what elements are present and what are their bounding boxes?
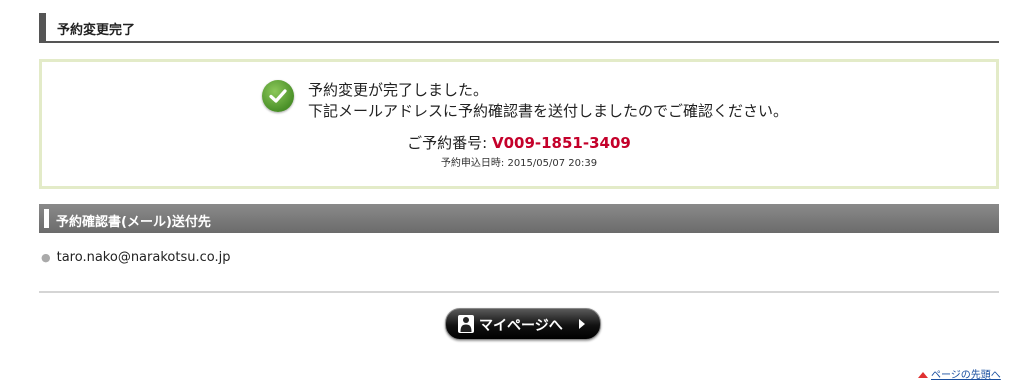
- completion-box: 予約変更が完了しました。 下記メールアドレスに予約確認書を送付しましたのでご確認…: [39, 59, 999, 189]
- recipient-section-heading: 予約確認書(メール)送付先: [39, 204, 999, 233]
- heading-bar: [39, 13, 46, 41]
- arrow-up-icon: [918, 372, 928, 378]
- back-to-top-label: ページの先頭へ: [931, 370, 1001, 381]
- recipient-section-title: 予約確認書(メール)送付先: [56, 215, 211, 230]
- checkmark-icon: [262, 80, 294, 112]
- list-item: ● taro.nako@narakotsu.co.jp: [41, 250, 230, 265]
- booking-number-label: ご予約番号:: [407, 134, 492, 152]
- section-heading-bar: [44, 209, 49, 228]
- mypage-button-label: マイページへ: [479, 318, 563, 334]
- completion-message: 予約変更が完了しました。: [308, 81, 489, 99]
- page-title: 予約変更完了: [57, 23, 136, 38]
- email-sent-message: 下記メールアドレスに予約確認書を送付しましたのでご確認ください。: [308, 102, 789, 120]
- back-to-top-link[interactable]: ページの先頭へ: [918, 366, 1001, 381]
- page-heading: 予約変更完了: [39, 13, 999, 43]
- booking-number: V009-1851-3409: [491, 134, 631, 152]
- application-datetime: 予約申込日時: 2015/05/07 20:39: [440, 158, 598, 169]
- recipient-email: taro.nako@narakotsu.co.jp: [56, 250, 231, 265]
- person-icon: [458, 315, 474, 337]
- arrow-right-icon: [579, 319, 585, 329]
- mypage-button[interactable]: マイページへ: [445, 308, 601, 340]
- divider: [39, 291, 999, 293]
- booking-number-line: ご予約番号: V009-1851-3409: [42, 132, 996, 153]
- bullet-icon: ●: [41, 251, 51, 264]
